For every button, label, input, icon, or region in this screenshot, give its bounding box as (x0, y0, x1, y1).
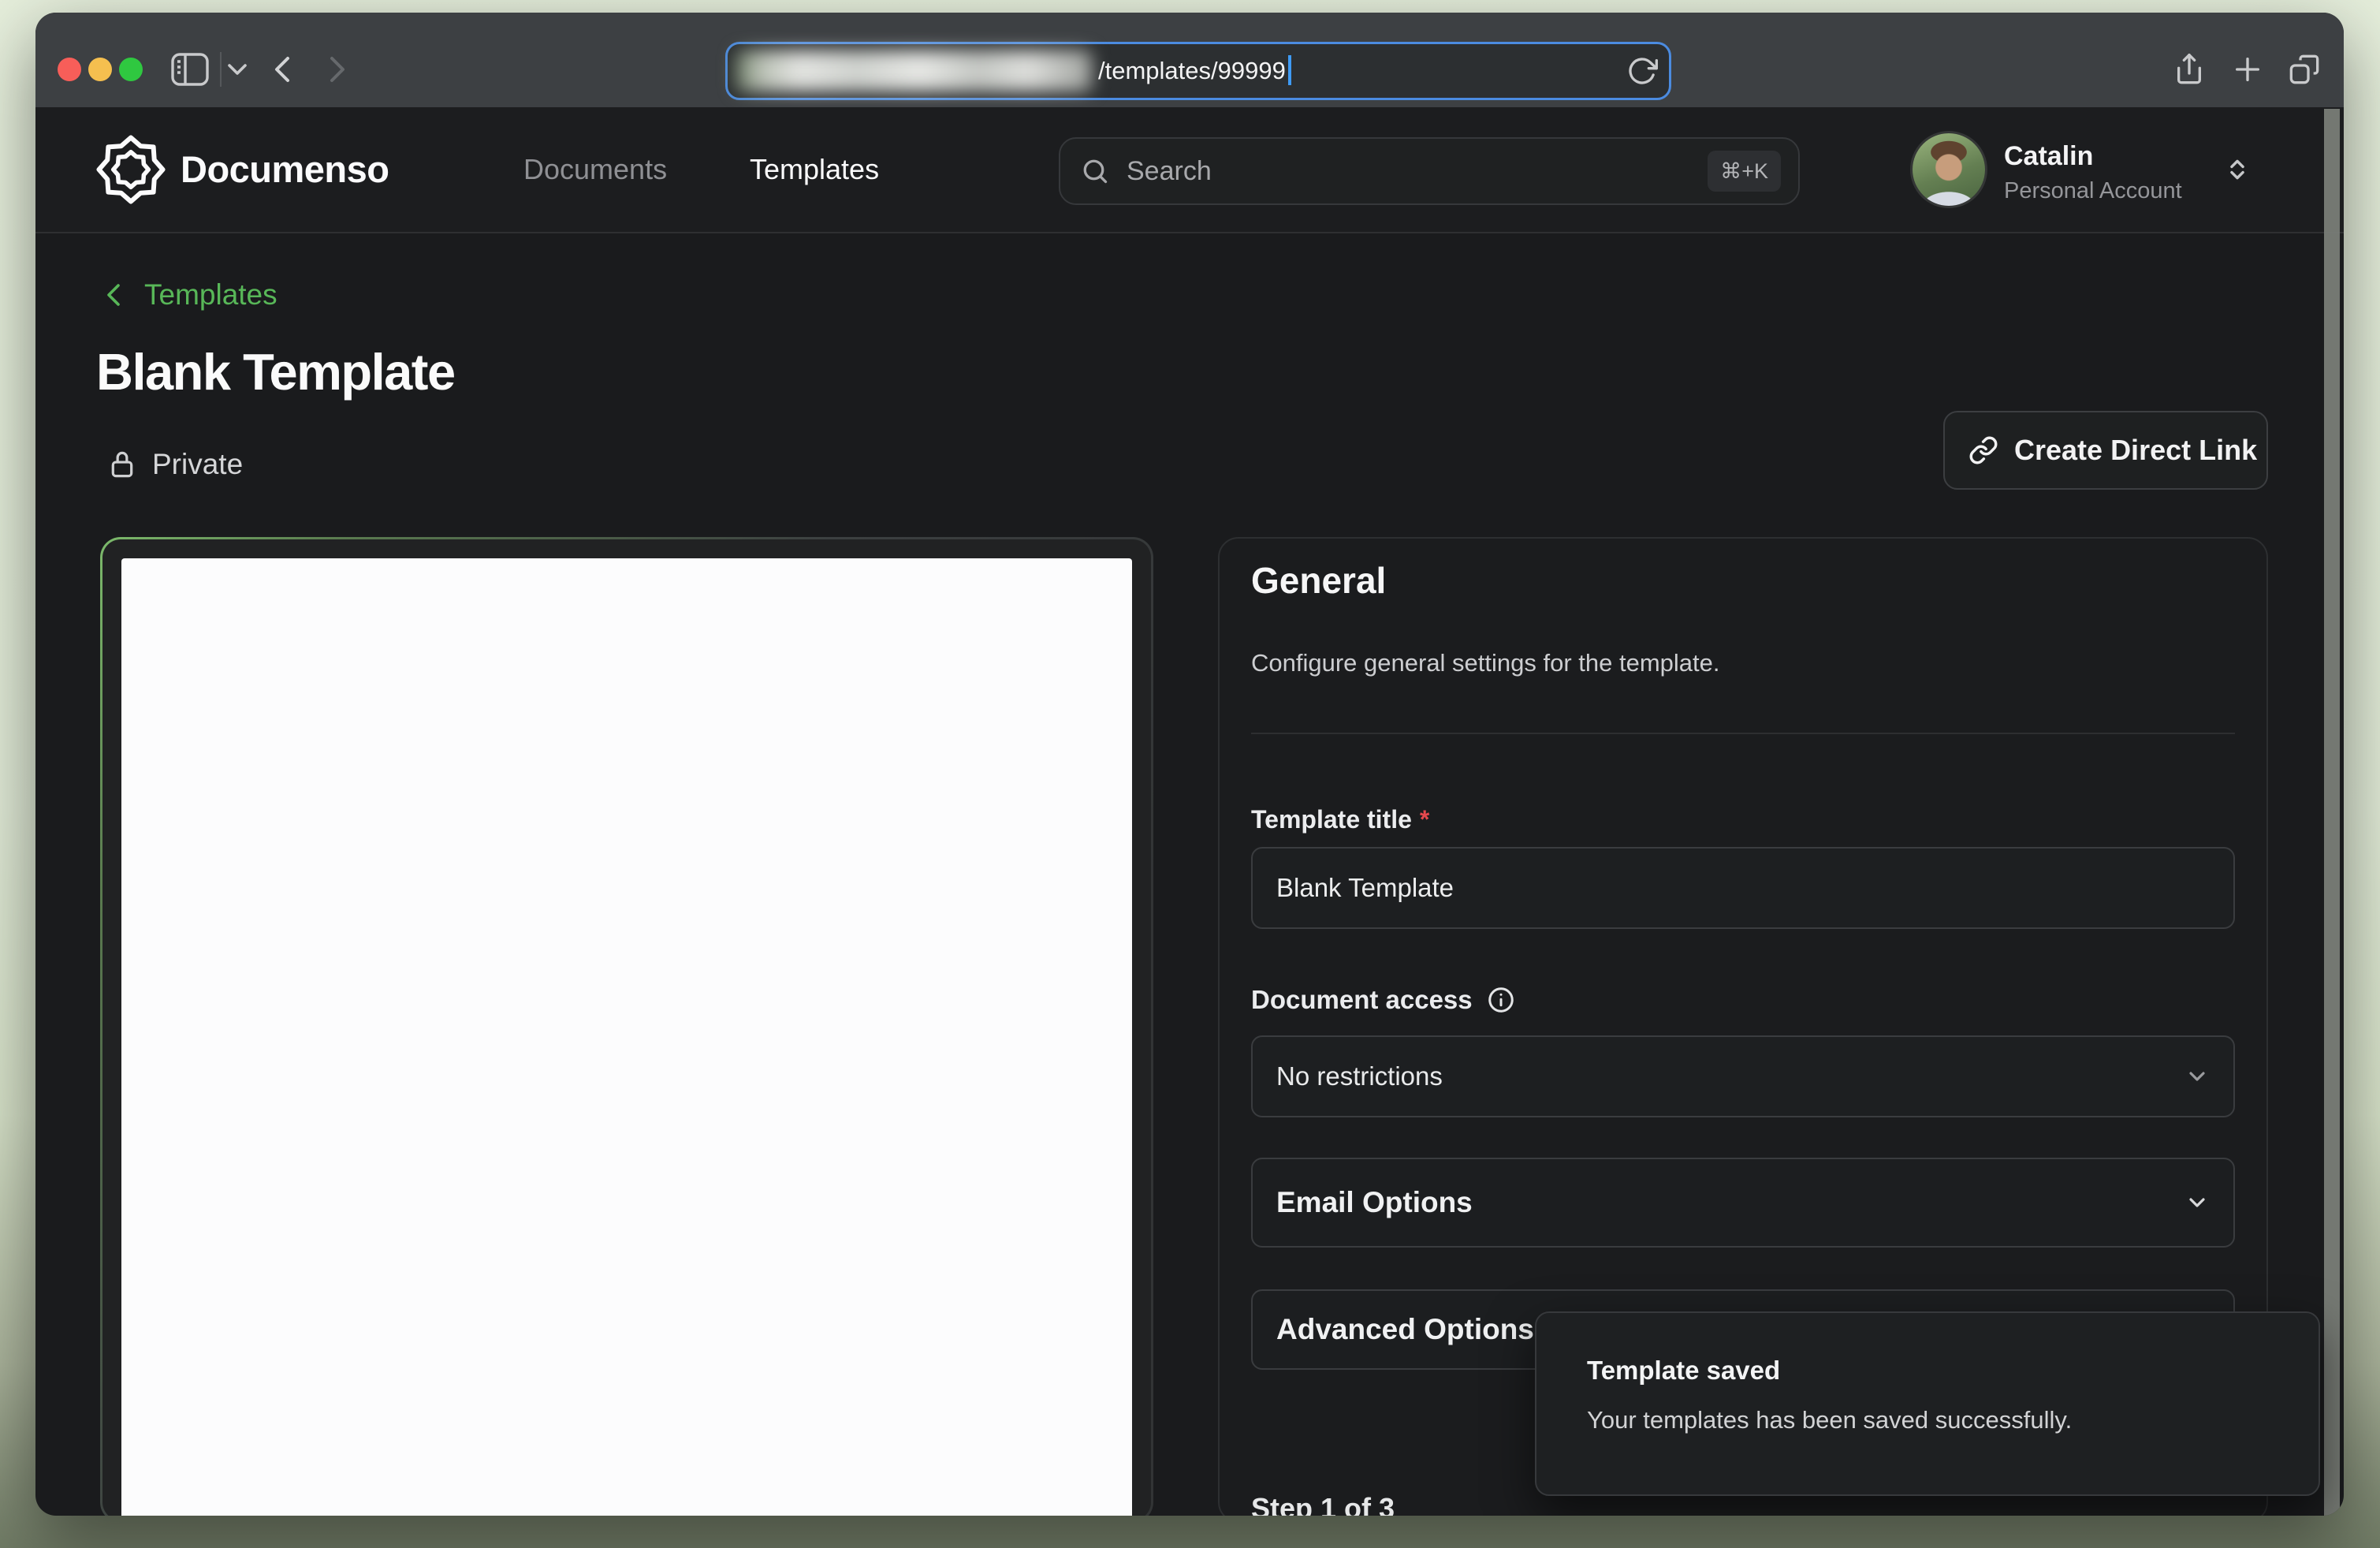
header-divider (35, 232, 2344, 233)
avatar[interactable] (1913, 133, 1985, 206)
toast-title: Template saved (1587, 1356, 1780, 1386)
toast-message: Your templates has been saved successful… (1587, 1406, 2072, 1434)
search-shortcut-badge: ⌘+K (1708, 151, 1781, 192)
zoom-window-button[interactable] (119, 58, 143, 81)
breadcrumb[interactable]: Templates (144, 278, 277, 312)
new-tab-icon[interactable] (2227, 50, 2268, 88)
template-title-input[interactable] (1251, 847, 2235, 929)
panel-heading: General (1251, 559, 1386, 602)
documenso-logo-icon[interactable] (95, 133, 167, 206)
browser-window: /templates/99999 (35, 13, 2344, 1516)
panel-description: Configure general settings for the templ… (1251, 649, 1720, 677)
tab-overview-icon[interactable] (2284, 50, 2325, 88)
document-access-value: No restrictions (1276, 1061, 1443, 1091)
text-cursor (1288, 55, 1291, 85)
reload-icon[interactable] (1626, 55, 1658, 87)
document-access-label-row: Document access (1251, 985, 1515, 1015)
chevron-left-icon[interactable] (102, 282, 125, 308)
required-asterisk: * (1420, 805, 1429, 834)
back-button[interactable] (263, 50, 304, 88)
link-icon (1968, 435, 1998, 465)
redacted-domain (736, 50, 1092, 91)
create-direct-link-button[interactable]: Create Direct Link (1943, 411, 2268, 490)
document-preview-inner (102, 539, 1151, 1516)
chevron-down-icon[interactable] (223, 50, 251, 88)
info-icon[interactable] (1487, 986, 1515, 1014)
chevron-down-icon (2184, 1190, 2210, 1215)
share-icon[interactable] (2169, 50, 2210, 88)
advanced-options-label: Advanced Options (1276, 1313, 1534, 1346)
account-selector-icon[interactable] (2224, 156, 2251, 183)
address-bar[interactable]: /templates/99999 (725, 42, 1671, 100)
search-input[interactable]: Search ⌘+K (1059, 137, 1800, 205)
document-access-select[interactable]: No restrictions (1251, 1035, 2235, 1117)
step-indicator: Step 1 of 3 (1251, 1492, 1395, 1516)
lock-icon (108, 449, 136, 479)
visibility-label: Private (152, 447, 243, 482)
search-icon (1081, 157, 1109, 185)
url-path-text: /templates/99999 (1098, 57, 1286, 84)
nav-templates[interactable]: Templates (750, 152, 879, 187)
document-access-label: Document access (1251, 985, 1473, 1015)
nav-documents[interactable]: Documents (523, 152, 667, 187)
email-options-toggle[interactable]: Email Options (1251, 1158, 2235, 1248)
toast-notification[interactable]: Template saved Your templates has been s… (1535, 1311, 2320, 1496)
create-direct-link-label: Create Direct Link (2014, 434, 2257, 467)
toolbar-divider (220, 52, 222, 87)
pdf-page[interactable] (121, 558, 1132, 1516)
url-path: /templates/99999 (1098, 44, 1291, 98)
close-window-button[interactable] (58, 58, 81, 81)
search-placeholder: Search (1127, 139, 1212, 203)
document-preview-card (100, 537, 1153, 1516)
minimize-window-button[interactable] (88, 58, 112, 81)
template-title-label-text: Template title (1251, 805, 1412, 834)
account-name: Catalin (2004, 141, 2093, 172)
page-title: Blank Template (96, 342, 455, 401)
panel-divider (1251, 733, 2235, 734)
email-options-label: Email Options (1276, 1186, 1473, 1219)
forward-button[interactable] (316, 50, 357, 88)
browser-toolbar: /templates/99999 (35, 13, 2344, 109)
account-type: Personal Account (2004, 178, 2182, 204)
scrollbar[interactable] (2324, 109, 2340, 1516)
sidebar-toggle-icon[interactable] (169, 50, 210, 88)
brand-name[interactable]: Documenso (181, 145, 389, 194)
chevron-down-icon (2184, 1064, 2210, 1089)
template-title-label: Template title * (1251, 805, 1429, 834)
